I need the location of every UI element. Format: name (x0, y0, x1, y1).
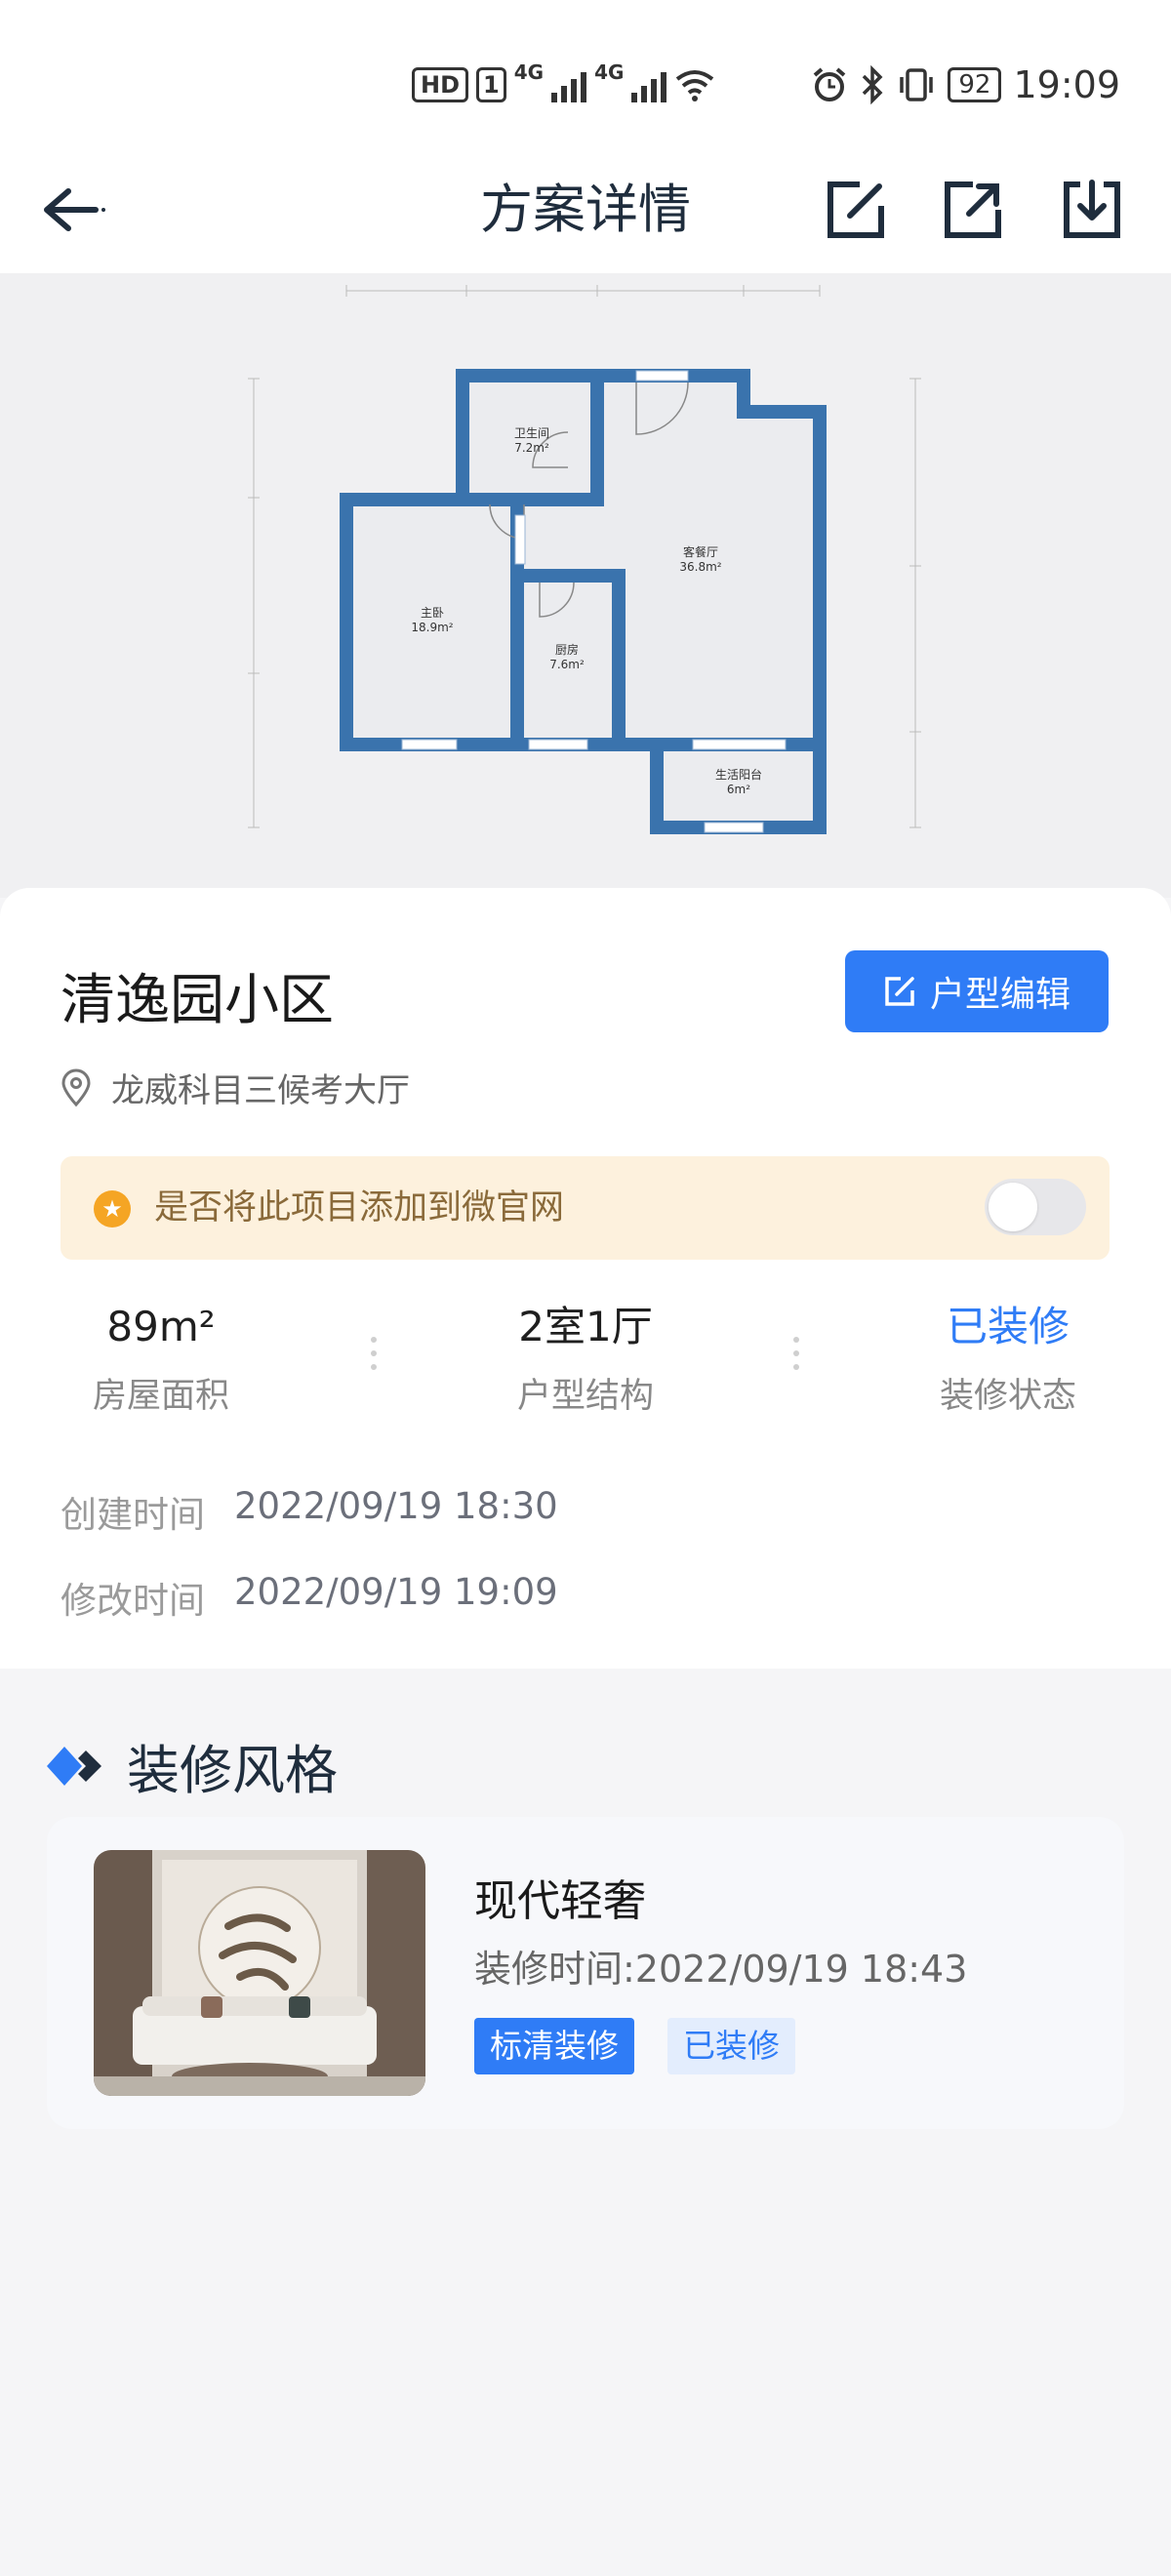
micro-site-notice: ★ 是否将此项目添加到微官网 (61, 1156, 1110, 1260)
modified-time-label: 修改时间 (61, 1580, 205, 1622)
modified-time-value: 2022/09/19 19:09 (234, 1571, 558, 1613)
style-section-header: 装修风格 (45, 1727, 338, 1804)
room-label-balcony: 生活阳台 (715, 767, 762, 782)
stat-label: 装修状态 (939, 1377, 1076, 1416)
stat-label: 房屋面积 (92, 1377, 229, 1416)
battery-indicator: 92 (948, 67, 1002, 102)
floor-plan[interactable]: 卫生间 7.2m² 客餐厅 36.8m² 主卧 18.9m² 厨房 7.6m² … (0, 273, 1171, 898)
share-button[interactable] (939, 176, 1007, 244)
stat-layout: 2室1厅 户型结构 (439, 1298, 732, 1418)
edit-icon (885, 977, 914, 1006)
stat-label: 户型结构 (516, 1377, 654, 1416)
star-icon: ★ (94, 1190, 131, 1228)
status-time: 19:09 (1013, 63, 1120, 106)
hd-badge: HD (412, 67, 469, 102)
status-bar: HD 1 4G 4G 92 19:09 (0, 0, 1171, 146)
micro-site-toggle[interactable] (985, 1179, 1086, 1235)
room-area-bathroom: 7.2m² (514, 441, 549, 455)
created-time-row: 创建时间 2022/09/19 18:30 (61, 1485, 558, 1538)
network-type-1: 4G (513, 60, 545, 84)
created-time-value: 2022/09/19 18:30 (234, 1485, 558, 1527)
alarm-icon (814, 67, 846, 101)
room-area-kitchen: 7.6m² (549, 658, 585, 671)
share-icon (945, 181, 1001, 238)
sim-badge: 1 (476, 67, 506, 102)
style-name: 现代轻奢 (474, 1876, 646, 1926)
room-label-kitchen: 厨房 (555, 642, 579, 657)
style-card[interactable]: 现代轻奢 装修时间:2022/09/19 18:43 标清装修 已装修 (47, 1817, 1124, 2129)
network-type-2: 4G (594, 60, 625, 84)
stat-value: 2室1厅 (518, 1303, 653, 1350)
room-area-master: 18.9m² (411, 621, 453, 634)
status-tag: 已装修 (667, 2018, 795, 2074)
room-area-living: 36.8m² (679, 560, 721, 574)
project-location: 龙威科目三候考大厅 (61, 1064, 410, 1111)
edit-icon (828, 181, 884, 238)
bluetooth-icon (863, 65, 883, 104)
stat-value: 89m² (106, 1303, 216, 1350)
toggle-knob (989, 1183, 1037, 1231)
style-time: 装修时间:2022/09/19 18:43 (474, 1948, 968, 1991)
stat-house-area: 89m² 房屋面积 (15, 1298, 307, 1418)
diamond-logo-icon (47, 1746, 101, 1786)
navigation-bar: 方案详情 (0, 146, 1171, 273)
signal-icon (631, 67, 667, 102)
stat-divider (371, 1337, 377, 1395)
vibrate-icon (900, 68, 934, 101)
location-pin-icon (61, 1068, 91, 1107)
project-name: 清逸园小区 (61, 969, 334, 1032)
floorplan-edit-button[interactable]: 户型编辑 (845, 950, 1109, 1032)
room-label-master: 主卧 (421, 606, 444, 620)
section-title: 装修风格 (127, 1740, 338, 1801)
status-left: HD 1 4G 4G (412, 60, 715, 109)
quality-tag: 标清装修 (474, 2018, 634, 2074)
stat-value: 已装修 (946, 1303, 1070, 1350)
room-area-balcony: 6m² (727, 783, 750, 796)
notice-text: 是否将此项目添加到微官网 (154, 1188, 565, 1228)
floorplan-edit-label: 户型编辑 (929, 975, 1070, 1015)
signal-icon (551, 67, 587, 102)
stat-divider (793, 1337, 799, 1395)
edit-button[interactable] (822, 176, 890, 244)
wifi-icon (676, 70, 714, 101)
modified-time-row: 修改时间 2022/09/19 19:09 (61, 1571, 558, 1624)
created-time-label: 创建时间 (61, 1494, 205, 1536)
project-info-card: 清逸园小区 户型编辑 龙威科目三候考大厅 ★ 是否将此项目添加到微官网 89m²… (0, 888, 1171, 1669)
room-label-living: 客餐厅 (683, 544, 718, 559)
download-icon (1064, 180, 1120, 238)
download-button[interactable] (1058, 176, 1126, 244)
room-label-bathroom: 卫生间 (514, 426, 549, 440)
status-right: 92 19:09 (811, 60, 1120, 109)
stat-renovation-status: 已装修 装修状态 (862, 1298, 1154, 1418)
floor-plan-drawing: 卫生间 7.2m² 客餐厅 36.8m² 主卧 18.9m² 厨房 7.6m² … (248, 285, 921, 834)
style-thumbnail (94, 1850, 425, 2096)
location-text: 龙威科目三候考大厅 (111, 1071, 410, 1110)
